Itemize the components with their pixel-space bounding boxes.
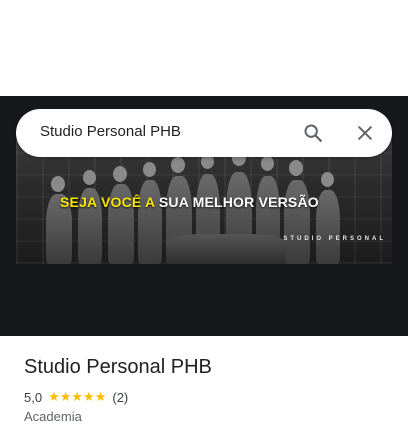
photo-slogan: SEJA VOCÊ A SUA MELHOR VERSÃO — [60, 194, 319, 210]
clear-search-button[interactable] — [353, 121, 377, 145]
close-icon — [358, 126, 372, 140]
rating-stars-icon: ★★★★★ — [48, 389, 107, 404]
map-top-area — [0, 0, 408, 96]
search-input[interactable]: Studio Personal PHB — [40, 123, 181, 140]
search-icon — [304, 124, 322, 142]
slogan-highlight: SEJA VOCÊ A — [60, 194, 155, 210]
place-category[interactable]: Academia — [24, 409, 82, 424]
slogan-rest: SUA MELHOR VERSÃO — [154, 194, 319, 210]
place-photo[interactable]: SEJA VOCÊ A SUA MELHOR VERSÃO STUDIO PER… — [16, 140, 392, 264]
rating-row[interactable]: 5,0 ★★★★★ (2) — [24, 389, 128, 405]
place-info-panel: Studio Personal PHB 5,0 ★★★★★ (2) Academ… — [0, 336, 408, 432]
review-count[interactable]: (2) — [112, 390, 128, 405]
rating-value: 5,0 — [24, 389, 43, 405]
search-bar[interactable]: Studio Personal PHB — [16, 109, 392, 157]
search-button[interactable] — [301, 121, 325, 145]
photo-brand-tag: STUDIO PERSONAL — [283, 236, 386, 242]
place-title: Studio Personal PHB — [24, 356, 212, 378]
